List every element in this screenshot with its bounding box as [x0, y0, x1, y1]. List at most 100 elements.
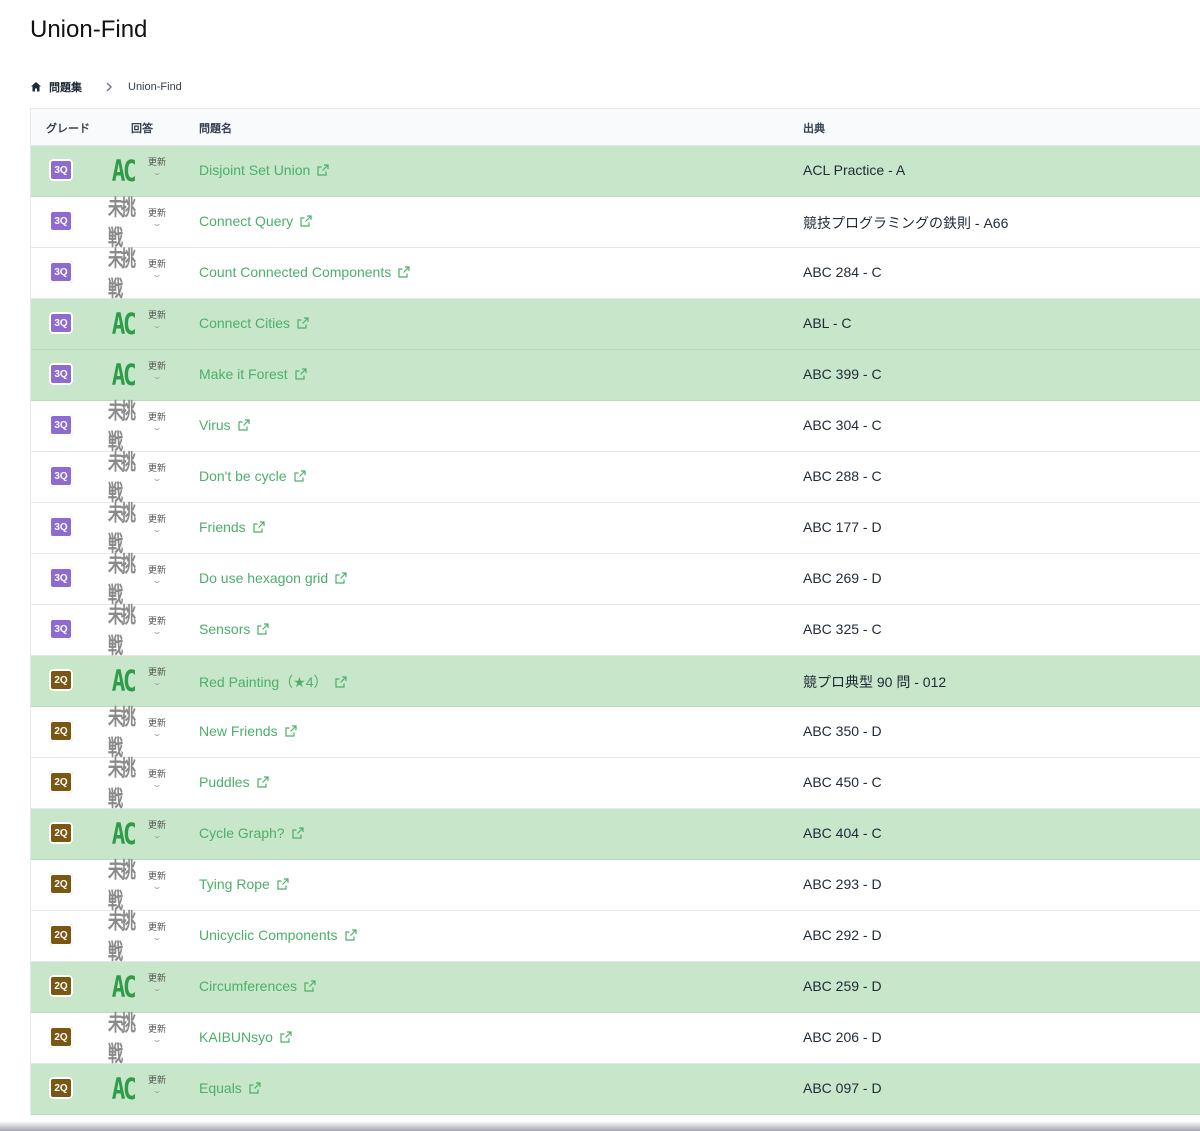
problem-link[interactable]: Equals	[199, 1080, 262, 1096]
table-row: 3Q 未挑戦 更新 ⌄ Don't be cycle ABC 288 - C	[31, 451, 1200, 506]
update-button[interactable]: 更新 ⌄	[147, 769, 167, 789]
answer-status: AC	[111, 154, 137, 188]
home-icon[interactable]	[30, 81, 42, 93]
update-button[interactable]: 更新 ⌄	[147, 412, 167, 432]
update-button[interactable]: 更新 ⌄	[147, 208, 167, 228]
problem-title: KAIBUNsyo	[199, 1029, 273, 1045]
update-label: 更新	[147, 463, 166, 473]
table-row: 3Q 未挑戦 更新 ⌄ Virus ABC 304 - C	[31, 399, 1200, 455]
update-button[interactable]: 更新 ⌄	[147, 922, 167, 942]
grade-badge: 2Q	[49, 822, 73, 844]
chevron-down-icon: ⌄	[151, 321, 163, 330]
problem-title: Make it Forest	[199, 366, 288, 382]
update-button[interactable]: 更新 ⌄	[147, 718, 167, 738]
update-button[interactable]: 更新 ⌄	[147, 514, 167, 534]
grade-badge: 3Q	[49, 210, 73, 232]
external-link-icon	[334, 571, 348, 585]
problem-source: ABC 399 - C	[803, 366, 882, 382]
table-row: 2Q AC 更新 ⌄ Circumferences ABC 259 - D	[31, 962, 1200, 1013]
chevron-down-icon: ⌄	[151, 474, 163, 483]
header-answer[interactable]: 回答	[131, 120, 153, 136]
header-title[interactable]: 問題名	[199, 120, 232, 136]
update-button[interactable]: 更新 ⌄	[147, 361, 167, 381]
update-button[interactable]: 更新 ⌄	[147, 1075, 167, 1095]
update-label: 更新	[147, 514, 166, 524]
problem-title: Don't be cycle	[199, 468, 287, 484]
chevron-down-icon: ⌄	[151, 525, 163, 534]
chevron-down-icon: ⌄	[151, 984, 163, 993]
problem-link[interactable]: Circumferences	[199, 978, 317, 994]
problem-title: Do use hexagon grid	[199, 570, 329, 586]
grade-badge: 3Q	[49, 618, 73, 640]
table-row: 3Q 未挑戦 更新 ⌄ Friends ABC 177 - D	[31, 502, 1200, 557]
problem-link[interactable]: Cycle Graph?	[199, 825, 305, 841]
answer-status: AC	[111, 970, 137, 1004]
problem-title: Friends	[199, 519, 246, 535]
chevron-down-icon: ⌄	[151, 270, 163, 279]
problem-link[interactable]: Unicyclic Components	[199, 927, 358, 943]
external-link-icon	[294, 367, 308, 381]
problem-link[interactable]: Disjoint Set Union	[199, 162, 330, 178]
chevron-down-icon: ⌄	[151, 729, 163, 738]
update-label: 更新	[147, 361, 166, 371]
problem-link[interactable]: Virus	[199, 417, 251, 433]
header-grade[interactable]: グレード	[46, 120, 90, 136]
update-button[interactable]: 更新 ⌄	[147, 157, 167, 177]
update-button[interactable]: 更新 ⌄	[147, 973, 167, 993]
update-button[interactable]: 更新 ⌄	[147, 310, 167, 330]
problem-title: Connect Cities	[199, 315, 291, 331]
problem-link[interactable]: Red Painting（★4）	[199, 672, 348, 692]
update-label: 更新	[147, 565, 166, 575]
grade-badge: 3Q	[49, 312, 73, 334]
update-label: 更新	[147, 616, 166, 626]
problem-title: Circumferences	[199, 978, 298, 994]
external-link-icon	[284, 724, 298, 738]
update-button[interactable]: 更新 ⌄	[147, 667, 167, 687]
problem-link[interactable]: Make it Forest	[199, 366, 308, 382]
problem-link[interactable]: Tying Rope	[199, 876, 290, 892]
problem-link[interactable]: Count Connected Components	[199, 264, 411, 280]
update-label: 更新	[147, 667, 166, 677]
update-button[interactable]: 更新 ⌄	[147, 820, 167, 840]
problem-link[interactable]: KAIBUNsyo	[199, 1029, 293, 1045]
grade-badge: 2Q	[49, 924, 73, 946]
page-title: Union-Find	[30, 16, 148, 43]
problem-link[interactable]: Don't be cycle	[199, 468, 307, 484]
answer-status: 未挑戦	[108, 858, 136, 914]
header-source[interactable]: 出典	[803, 120, 825, 136]
problem-link[interactable]: Do use hexagon grid	[199, 570, 348, 586]
update-button[interactable]: 更新 ⌄	[147, 616, 167, 636]
update-button[interactable]: 更新 ⌄	[147, 1024, 167, 1044]
problem-source: ABC 259 - D	[803, 978, 882, 994]
problem-link[interactable]: Friends	[199, 519, 266, 535]
table-row: 2Q AC 更新 ⌄ Red Painting（★4） 競プロ典型 90 問 - 012	[31, 656, 1200, 707]
problem-link[interactable]: Connect Cities	[199, 315, 310, 331]
chevron-down-icon: ⌄	[151, 780, 163, 789]
table-row: 3Q AC 更新 ⌄ Disjoint Set Union ACL Practice - …	[31, 146, 1200, 197]
problem-link[interactable]: Puddles	[199, 774, 270, 790]
external-link-icon	[334, 675, 348, 689]
update-button[interactable]: 更新 ⌄	[147, 871, 167, 891]
problem-source: 競プロ典型 90 問 - 012	[803, 674, 947, 690]
update-button[interactable]: 更新 ⌄	[147, 463, 167, 483]
problem-title: Disjoint Set Union	[199, 162, 311, 178]
update-label: 更新	[147, 412, 166, 422]
update-button[interactable]: 更新 ⌄	[147, 259, 167, 279]
chevron-down-icon: ⌄	[151, 168, 163, 177]
problem-source: ABC 304 - C	[803, 417, 882, 433]
problem-title: Virus	[199, 417, 231, 433]
grade-badge: 3Q	[49, 414, 73, 436]
chevron-right-icon	[104, 82, 114, 92]
update-button[interactable]: 更新 ⌄	[147, 565, 167, 585]
problem-source: ABC 325 - C	[803, 621, 882, 637]
chevron-down-icon: ⌄	[151, 576, 163, 585]
table-row: 2Q AC 更新 ⌄ Cycle Graph? ABC 404 - C	[31, 809, 1200, 860]
breadcrumb-home-link[interactable]: 問題集	[49, 79, 82, 95]
problem-link[interactable]: Sensors	[199, 621, 270, 637]
table-row: 2Q AC 更新 ⌄ Equals ABC 097 - D	[31, 1064, 1200, 1115]
problem-link[interactable]: New Friends	[199, 723, 298, 739]
answer-status: 未挑戦	[108, 399, 136, 455]
problem-link[interactable]: Connect Query	[199, 213, 313, 229]
update-label: 更新	[147, 157, 166, 167]
external-link-icon	[279, 1030, 293, 1044]
